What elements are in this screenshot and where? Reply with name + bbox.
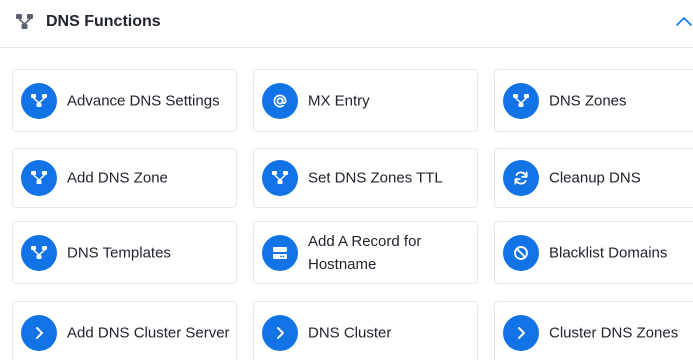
tile-label: DNS Zones	[549, 92, 627, 109]
tile-label: Add DNS Cluster Server	[67, 324, 230, 341]
tile-dns-cluster[interactable]: DNS Cluster	[253, 301, 478, 360]
tile-label: Blacklist Domains	[549, 244, 668, 261]
sitemap-icon	[262, 160, 298, 196]
tile-label: MX Entry	[308, 92, 370, 109]
refresh-icon	[503, 160, 539, 196]
tile-label: Add A Record for Hostname	[308, 232, 422, 273]
tile-dns-zones[interactable]: DNS Zones	[494, 69, 693, 132]
sitemap-icon	[16, 14, 33, 29]
chevron-right-icon	[503, 314, 539, 351]
tile-add-a-record-for-hostname[interactable]: Add A Record for Hostname	[253, 221, 478, 284]
tile-dns-templates[interactable]: DNS Templates	[12, 221, 237, 284]
server-icon	[262, 234, 298, 271]
panel-header: DNS Functions	[0, 0, 693, 48]
tile-label: Add DNS Zone	[67, 169, 168, 187]
tile-label: Cluster DNS Zones	[549, 324, 679, 341]
tile-cleanup-dns[interactable]: Cleanup DNS	[494, 148, 693, 208]
tile-mx-entry[interactable]: MX Entry	[253, 69, 478, 132]
chevron-up-icon[interactable]	[675, 14, 693, 30]
tile-advance-dns-settings[interactable]: Advance DNS Settings	[12, 69, 237, 132]
tile-label: Advance DNS Settings	[67, 92, 220, 109]
sitemap-icon	[503, 82, 539, 119]
at-icon	[262, 82, 298, 119]
tile-set-dns-zones-ttl[interactable]: Set DNS Zones TTL	[253, 148, 478, 208]
tile-label: DNS Cluster	[308, 324, 392, 341]
sitemap-icon	[21, 82, 57, 119]
ban-icon	[503, 234, 539, 271]
sitemap-icon	[21, 234, 57, 271]
tile-cluster-dns-zones[interactable]: Cluster DNS Zones	[494, 301, 693, 360]
tile-label: Set DNS Zones TTL	[308, 169, 443, 187]
panel-title: DNS Functions	[46, 13, 161, 30]
tile-label: DNS Templates	[67, 244, 171, 261]
tile-add-dns-zone[interactable]: Add DNS Zone	[12, 148, 237, 208]
tile-add-dns-cluster-server[interactable]: Add DNS Cluster Server	[12, 301, 237, 360]
chevron-right-icon	[21, 314, 57, 351]
tile-label: Cleanup DNS	[549, 169, 641, 187]
chevron-right-icon	[262, 314, 298, 351]
sitemap-icon	[21, 160, 57, 196]
tile-blacklist-domains[interactable]: Blacklist Domains	[494, 221, 693, 284]
